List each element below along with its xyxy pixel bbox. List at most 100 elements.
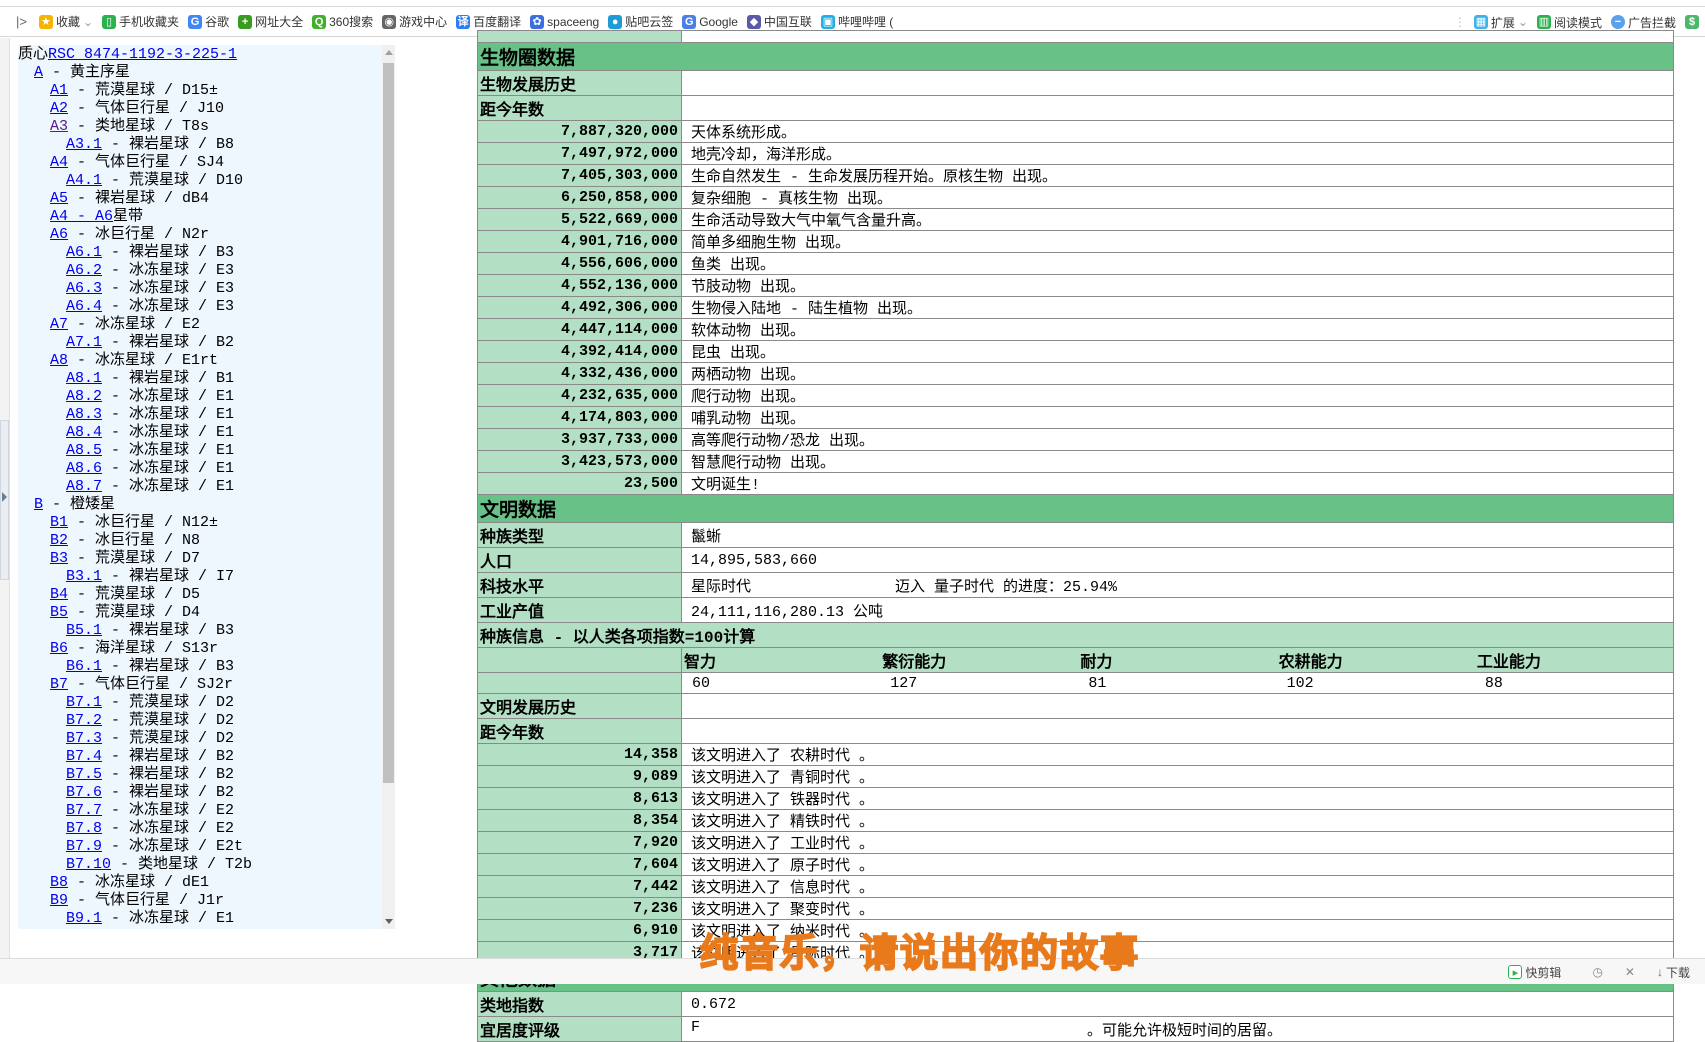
tree-link[interactable]: B7.4 bbox=[66, 748, 102, 765]
tree-link[interactable]: B3.1 bbox=[66, 568, 102, 585]
bookmark-label: spaceeng bbox=[547, 14, 600, 29]
side-panel-collapsed[interactable] bbox=[0, 38, 10, 958]
tree-link[interactable]: A3.1 bbox=[66, 136, 102, 153]
population-label: 人口 bbox=[477, 547, 682, 573]
tree-link[interactable]: B7.2 bbox=[66, 712, 102, 729]
tree-link[interactable]: A8.6 bbox=[66, 460, 102, 477]
tree-link[interactable]: B5.1 bbox=[66, 622, 102, 639]
tree-link[interactable]: A7 bbox=[50, 316, 68, 333]
tree-item: B9 - 气体巨行星 / J1r bbox=[18, 892, 382, 910]
tree-link[interactable]: B7.9 bbox=[66, 838, 102, 855]
bookmark-10[interactable]: ◆ 中国互联 bbox=[746, 13, 812, 30]
tree-link[interactable]: A6.3 bbox=[66, 280, 102, 297]
bookmark-6[interactable]: 译百度翻译 bbox=[456, 13, 521, 30]
expand-arrow-icon[interactable] bbox=[2, 492, 7, 502]
tree-link[interactable]: A6.2 bbox=[66, 262, 102, 279]
tree-link[interactable]: B7.6 bbox=[66, 784, 102, 801]
event-text: 该文明进入了 精铁时代 。 bbox=[681, 809, 1674, 832]
tree-link[interactable]: B7.5 bbox=[66, 766, 102, 783]
tree-link[interactable]: RSC 8474-1192-3-225-1 bbox=[48, 46, 237, 63]
shield-icon[interactable]: $ bbox=[1685, 15, 1699, 29]
tree-link[interactable]: A5 bbox=[50, 190, 68, 207]
tree-item: B5 - 荒漠星球 / D4 bbox=[18, 604, 382, 622]
tree-item-desc: - 冰冻星球 / E1 bbox=[102, 442, 235, 459]
tree-link[interactable]: A2 bbox=[50, 100, 68, 117]
bookmark-1[interactable]: ▯ 手机收藏夹 bbox=[102, 13, 179, 30]
tree-link[interactable]: A3 bbox=[50, 118, 68, 135]
bookmark-label: 收藏 bbox=[55, 15, 80, 29]
tree-link[interactable]: B1 bbox=[50, 514, 68, 531]
tree-link[interactable]: B7.10 bbox=[66, 856, 111, 873]
tree-link[interactable]: A8 bbox=[50, 352, 68, 369]
bookmark-7[interactable]: ✿ spaceeng bbox=[530, 14, 600, 29]
civ-history-label: 文明发展历史 bbox=[477, 693, 682, 719]
tree-link[interactable]: A6.1 bbox=[66, 244, 102, 261]
tree-link[interactable]: A8.4 bbox=[66, 424, 102, 441]
tree-link[interactable]: A8.5 bbox=[66, 442, 102, 459]
ad-block-button[interactable]: − 广告拦截 bbox=[1610, 14, 1676, 31]
attribute-name: 繁衍能力 bbox=[882, 654, 947, 672]
scroll-down-icon[interactable] bbox=[385, 919, 393, 924]
tree-link[interactable]: B2 bbox=[50, 532, 68, 549]
event-text: 简单多细胞生物 出现。 bbox=[681, 230, 1674, 253]
extensions-button[interactable]: ▦ 扩展 ⌄ bbox=[1473, 14, 1528, 31]
tree-item: A1 - 荒漠星球 / D15± bbox=[18, 82, 382, 100]
tree-link[interactable]: B7 bbox=[50, 676, 68, 693]
tree-link[interactable]: A4.1 bbox=[66, 172, 102, 189]
pin-icon[interactable]: ✕ bbox=[1625, 965, 1635, 979]
history-icon[interactable]: ◷ bbox=[1592, 965, 1602, 979]
tree-item: A8.5 - 冰冻星球 / E1 bbox=[18, 442, 382, 460]
tree-item-desc: - 荒漠星球 / D4 bbox=[68, 604, 201, 621]
tree-link[interactable]: B7.8 bbox=[66, 820, 102, 837]
tree-link[interactable]: B5 bbox=[50, 604, 68, 621]
bookmark-9[interactable]: G Google bbox=[682, 14, 738, 29]
event-years: 7,604 bbox=[477, 853, 682, 876]
tree-link[interactable]: A4 - A6 bbox=[50, 208, 113, 225]
tree-link[interactable]: B8 bbox=[50, 874, 68, 891]
tree-link[interactable]: A6 bbox=[50, 226, 68, 243]
tree-link[interactable]: A4 bbox=[50, 154, 68, 171]
tree-link[interactable]: A8.3 bbox=[66, 406, 102, 423]
tree-link[interactable]: A8.7 bbox=[66, 478, 102, 495]
tree-link[interactable]: B6.1 bbox=[66, 658, 102, 675]
tree-link[interactable]: A7.1 bbox=[66, 334, 102, 351]
event-text: 生命活动导致大气中氧气含量升高。 bbox=[681, 208, 1674, 231]
tree-link[interactable]: B4 bbox=[50, 586, 68, 603]
tree-link[interactable]: B9 bbox=[50, 892, 68, 909]
tree-link[interactable]: B9.1 bbox=[66, 910, 102, 927]
bookmark-0[interactable]: ★ 收藏 ⌄ bbox=[38, 13, 93, 30]
tree-link[interactable]: A bbox=[34, 64, 43, 81]
tree-link[interactable]: A8.1 bbox=[66, 370, 102, 387]
civ-years-header-label: 距今年数 bbox=[477, 718, 682, 744]
more-icon[interactable]: ⋮ bbox=[1454, 15, 1466, 29]
quick-edit-button[interactable]: ▸ 快剪辑 bbox=[1508, 964, 1561, 981]
attribute-header-blank bbox=[477, 647, 682, 673]
tree-link[interactable]: B bbox=[34, 496, 43, 513]
bookmark-3[interactable]: + 网址大全 bbox=[238, 13, 303, 30]
scroll-up-icon[interactable] bbox=[385, 50, 393, 55]
tree-link[interactable]: B7.1 bbox=[66, 694, 102, 711]
bookmark-8[interactable]: ● 贴吧云签 bbox=[608, 13, 673, 30]
sidebar-toggle-icon[interactable]: |> bbox=[16, 14, 27, 29]
reading-mode-button[interactable]: ▥ 阅读模式 bbox=[1536, 14, 1602, 31]
industry-output: 工业产值 24,111,116,280.13 公吨 bbox=[477, 597, 1674, 623]
event-text: 生命自然发生 - 生命发展历程开始。原核生物 出现。 bbox=[681, 164, 1674, 187]
tree-link[interactable]: B3 bbox=[50, 550, 68, 567]
tree-item: B7.8 - 冰冻星球 / E2 bbox=[18, 820, 382, 838]
tree-link[interactable]: B7.7 bbox=[66, 802, 102, 819]
tree-item-desc: - 冰冻星球 / E2 bbox=[68, 316, 201, 333]
tree-item-desc: - 荒漠星球 / D7 bbox=[68, 550, 201, 567]
tree-link[interactable]: A1 bbox=[50, 82, 68, 99]
tree-link[interactable]: B7.3 bbox=[66, 730, 102, 747]
tree-scrollbar[interactable] bbox=[382, 45, 395, 929]
bookmark-5[interactable]: ◉ 游戏中心 bbox=[382, 13, 447, 30]
event-text: 该文明进入了 原子时代 。 bbox=[681, 853, 1674, 876]
bookmark-2[interactable]: G 谷歌 bbox=[188, 13, 229, 30]
download-button[interactable]: ↓ 下载 bbox=[1657, 964, 1690, 981]
tree-link[interactable]: B6 bbox=[50, 640, 68, 657]
scrollbar-thumb[interactable] bbox=[383, 63, 394, 783]
bookmark-4[interactable]: Q 360搜索 bbox=[312, 13, 373, 30]
bookmark-11[interactable]: ▣ 哔哩哔哩 ( bbox=[820, 13, 893, 30]
tree-link[interactable]: A6.4 bbox=[66, 298, 102, 315]
tree-link[interactable]: A8.2 bbox=[66, 388, 102, 405]
